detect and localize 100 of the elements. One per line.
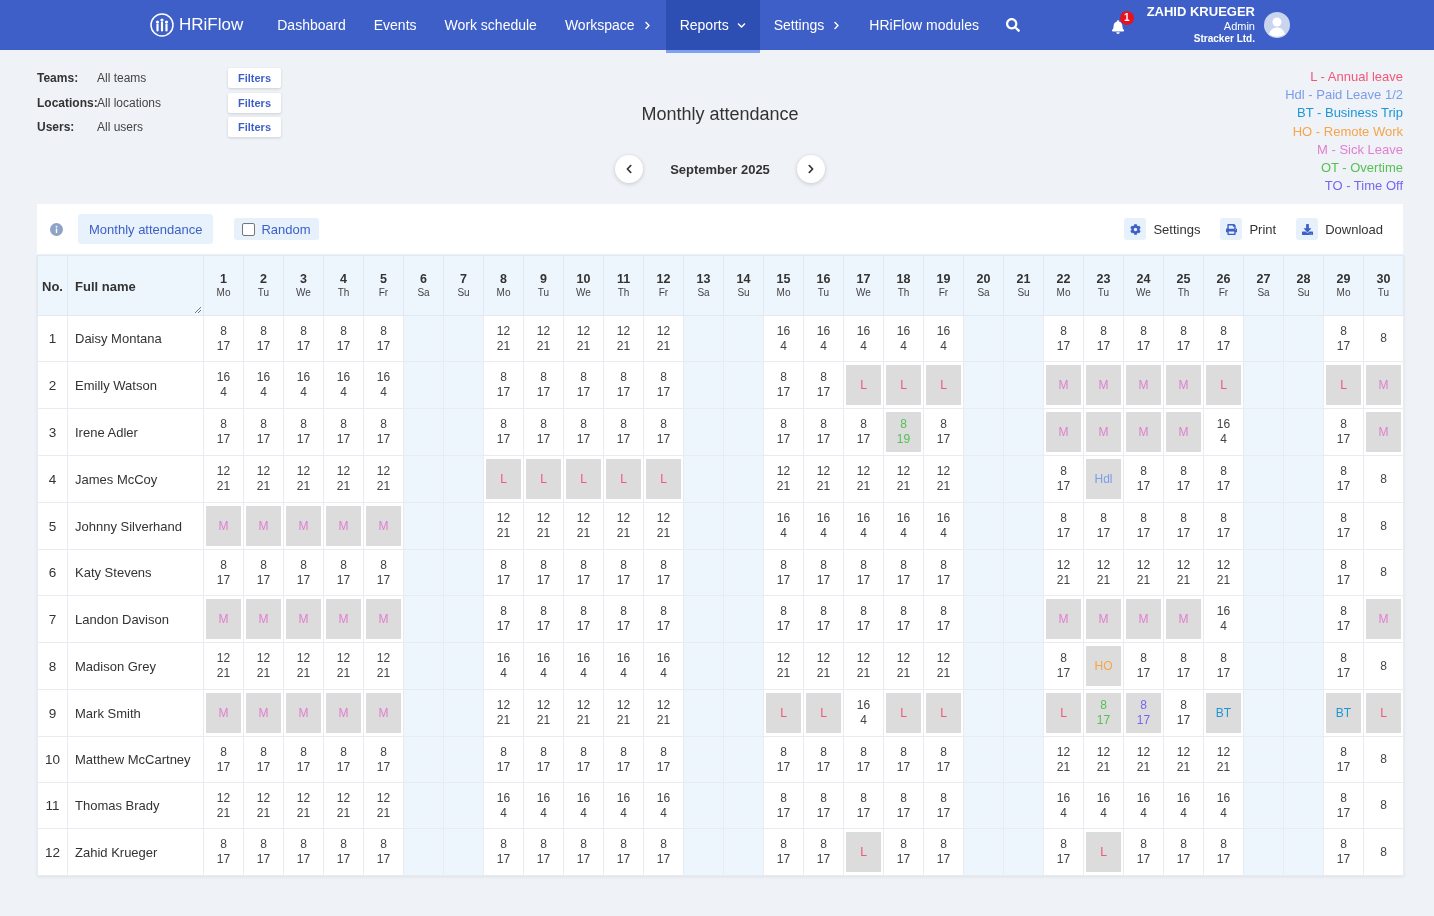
company-name: Stracker Ltd. xyxy=(1193,33,1255,45)
random-toggle[interactable]: Random xyxy=(234,218,319,240)
day-header: 4 Th xyxy=(323,255,364,316)
shift-hours-cell: 12 21 xyxy=(483,689,524,737)
status-tile: L xyxy=(1206,365,1241,405)
legend-item: L - Annual leave xyxy=(1310,68,1403,86)
shift-hours-cell: 16 4 xyxy=(563,782,604,829)
shift-hours-cell: 8 17 xyxy=(603,408,644,456)
day-header: 18 Th xyxy=(883,255,924,316)
shift-hours-cell: 12 21 xyxy=(1123,549,1164,596)
filters-button[interactable]: Filters xyxy=(228,92,281,113)
shift-hours-cell: 8 17 xyxy=(763,828,804,876)
logo-text[interactable]: HRiFlow xyxy=(179,15,244,35)
nav-item[interactable]: HRiFlow modules xyxy=(855,0,993,50)
weekend-cell xyxy=(683,315,724,362)
filter-value: All teams xyxy=(97,71,148,86)
nav-item[interactable]: Events xyxy=(359,0,431,50)
shift-hours-cell: 8 xyxy=(1363,315,1404,362)
shift-hours-cell: 12 21 xyxy=(1083,736,1124,783)
weekend-cell xyxy=(1003,315,1044,362)
previous-month-button[interactable] xyxy=(615,155,644,183)
shift-hours-cell: 8 xyxy=(1363,502,1404,550)
status-tile: M xyxy=(1126,599,1161,639)
shift-hours-cell: 8 17 xyxy=(603,361,644,409)
day-header: 11 Th xyxy=(603,255,644,316)
shift-hours-cell: 8 17 xyxy=(363,828,404,876)
status-tile: L xyxy=(886,693,921,733)
legend-item: M - Sick Leave xyxy=(1317,140,1403,159)
info-icon[interactable] xyxy=(50,222,63,236)
shift-hours-cell: 8 17 xyxy=(923,595,964,643)
page-title: Monthly attendance xyxy=(641,103,799,125)
shift-hours-cell: 12 21 xyxy=(243,455,284,503)
shift-hours-cell: 12 21 xyxy=(283,642,324,690)
next-month-button[interactable] xyxy=(796,155,825,183)
download-button[interactable]: Download xyxy=(1296,218,1383,240)
shift-hours-cell: 8 17 xyxy=(643,549,684,596)
shift-hours-cell: 8 xyxy=(1363,455,1404,503)
shift-hours-cell: 8 17 xyxy=(283,315,324,362)
shift-hours-cell: 12 21 xyxy=(603,315,644,362)
shift-hours-cell: 8 17 xyxy=(643,595,684,643)
row-number: 5 xyxy=(37,502,68,550)
status-tile: M xyxy=(1166,599,1201,639)
shift-hours-cell: 8 17 xyxy=(563,361,604,409)
day-header: 21 Su xyxy=(1003,255,1044,316)
day-header: 17 We xyxy=(843,255,884,316)
employee-name: Johnny Silverhand xyxy=(67,502,204,550)
shift-hours-cell: 8 17 xyxy=(1043,642,1084,690)
nav-item[interactable]: Dashboard xyxy=(263,0,360,50)
shift-hours-cell: 8 17 xyxy=(883,828,924,876)
filters-button[interactable]: Filters xyxy=(228,117,281,138)
row-number: 2 xyxy=(37,361,68,409)
day-header: 26 Fr xyxy=(1203,255,1244,316)
row-number: 7 xyxy=(37,595,68,643)
status-tile: M xyxy=(1046,365,1081,405)
search-icon[interactable] xyxy=(1006,18,1020,32)
shift-hours-cell: 8 17 xyxy=(843,408,884,456)
view-tab[interactable]: Monthly attendance xyxy=(78,214,214,244)
day-header: 10 We xyxy=(563,255,604,316)
filters-button[interactable]: Filters xyxy=(228,68,281,89)
status-tile: M xyxy=(1366,365,1401,405)
resize-grip-icon[interactable] xyxy=(194,306,201,313)
shift-hours-cell: 12 21 xyxy=(1163,736,1204,783)
shift-hours-cell: 8 xyxy=(1363,549,1404,596)
legend-item: OT - Overtime xyxy=(1320,159,1403,177)
shift-hours-cell: 8 17 xyxy=(483,595,524,643)
nav-item[interactable]: Work schedule xyxy=(430,0,551,50)
shift-hours-cell: 8 xyxy=(1363,736,1404,783)
status-tile: M xyxy=(286,693,321,733)
logo-icon xyxy=(150,13,174,37)
employee-name: Mark Smith xyxy=(67,689,204,737)
chevron-right-icon xyxy=(805,164,816,174)
nav-item[interactable]: Workspace xyxy=(550,0,666,50)
nav-item[interactable]: Reports xyxy=(665,0,760,53)
shift-hours-cell: 8 17 xyxy=(283,549,324,596)
weekend-cell xyxy=(1243,315,1284,362)
shift-hours-cell: 8 17 xyxy=(603,595,644,643)
day-header: 24 We xyxy=(1123,255,1164,316)
checkbox[interactable] xyxy=(242,222,256,236)
shift-hours-cell: 8 17 xyxy=(643,736,684,783)
shift-hours-cell: 12 21 xyxy=(203,642,244,690)
shift-hours-cell: 8 17 xyxy=(523,736,564,783)
shift-hours-cell: 8 17 xyxy=(523,595,564,643)
day-header: 23 Tu xyxy=(1083,255,1124,316)
shift-hours-cell: 8 17 xyxy=(763,782,804,829)
status-tile: L xyxy=(766,693,801,733)
shift-hours-cell: 8 17 xyxy=(1083,502,1124,550)
day-header: 16 Tu xyxy=(803,255,844,316)
shift-hours-cell: 8 17 xyxy=(1043,455,1084,503)
day-header: 30 Tu xyxy=(1363,255,1404,316)
nav-item[interactable]: Settings xyxy=(759,0,856,50)
employee-name: James McCoy xyxy=(67,455,204,503)
bell-icon[interactable] xyxy=(1110,20,1125,34)
shift-hours-cell: 8 17 xyxy=(563,408,604,456)
status-tile: L xyxy=(566,459,601,499)
shift-hours-cell: 8 17 xyxy=(603,549,644,596)
column-header: Full name xyxy=(75,278,136,294)
print-button[interactable]: Print xyxy=(1220,218,1277,240)
status-tile: L xyxy=(1046,693,1081,733)
status-tile: M xyxy=(1366,412,1401,452)
settings-button[interactable]: Settings xyxy=(1124,218,1201,240)
